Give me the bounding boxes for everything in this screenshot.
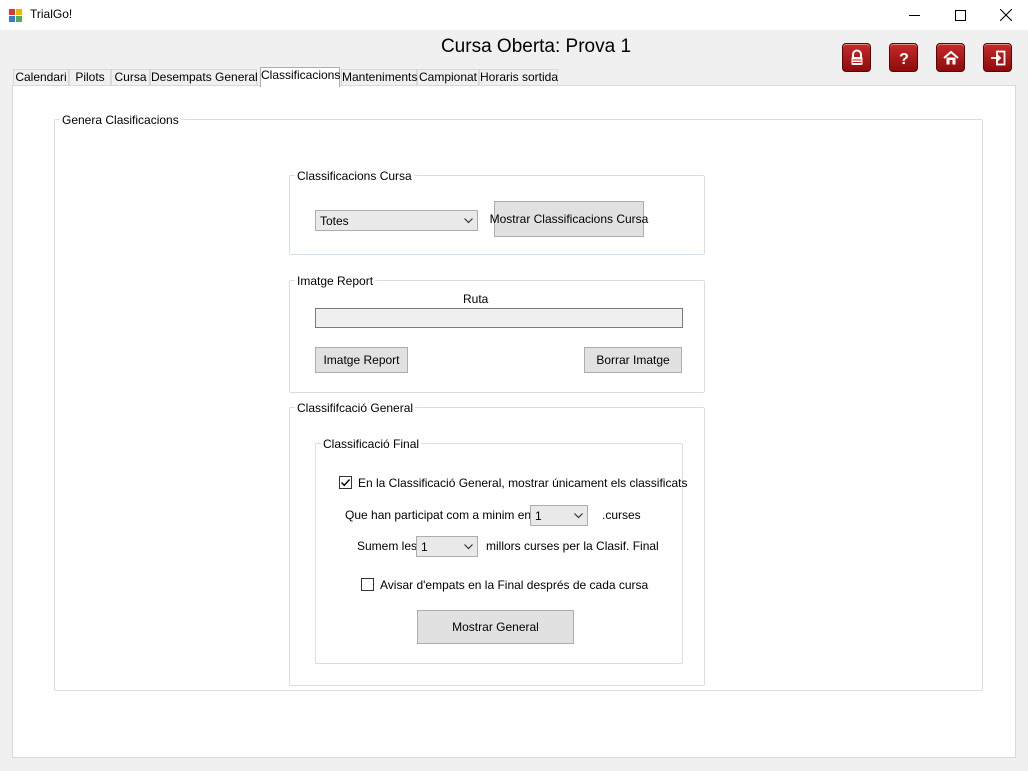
lock-button[interactable] (842, 43, 871, 72)
home-icon (942, 50, 959, 64)
classificacio-general-label: Classififcació General (295, 401, 416, 415)
only-classified-label[interactable]: En la Classificació General, mostrar úni… (358, 476, 687, 490)
help-icon: ? (899, 51, 909, 67)
maximize-button[interactable] (937, 0, 983, 30)
race-filter-value: Totes (320, 213, 349, 228)
imatge-report-group (289, 280, 705, 393)
min-races-select[interactable]: 1 (530, 505, 588, 526)
path-field[interactable] (315, 308, 683, 328)
svg-text:?: ? (899, 51, 909, 67)
tab-desempats-general[interactable]: Desempats General (150, 69, 258, 86)
close-icon (1000, 9, 1012, 21)
minimize-button[interactable] (891, 0, 937, 30)
genera-clasificacions-label: Genera Clasificacions (60, 113, 181, 127)
chevron-down-icon (464, 217, 473, 223)
checkmark-icon (341, 479, 351, 487)
min-races-value: 1 (535, 508, 542, 523)
warn-ties-label[interactable]: Avisar d'empats en la Final després de c… (380, 578, 648, 592)
warn-ties-checkbox[interactable] (361, 578, 374, 591)
tab-campionat[interactable]: Campionat (417, 69, 479, 86)
only-classified-checkbox[interactable] (339, 476, 352, 489)
window-title: TrialGo! (30, 7, 73, 21)
lock-icon (851, 49, 862, 65)
min-races-label: Que han participat com a minim en (345, 508, 532, 522)
tab-horaris-sortida[interactable]: Horaris sortida (479, 69, 558, 86)
app-icon (9, 8, 23, 22)
imatge-report-label: Imatge Report (295, 274, 376, 288)
minimize-icon (908, 14, 920, 16)
best-races-value: 1 (421, 539, 428, 554)
min-races-suffix: .curses (602, 508, 641, 522)
page-title: Cursa Oberta: Prova 1 (0, 36, 1028, 58)
delete-image-button[interactable]: Borrar Imatge (584, 347, 682, 373)
race-filter-select[interactable]: Totes (315, 210, 478, 231)
tab-pilots[interactable]: Pilots (69, 69, 111, 86)
best-races-select[interactable]: 1 (416, 536, 478, 557)
path-label: Ruta (463, 292, 489, 306)
best-races-suffix: millors curses per la Clasif. Final (486, 539, 659, 553)
tab-classificacions[interactable]: Classificacions (260, 67, 340, 87)
help-button[interactable]: ? (889, 43, 918, 72)
chevron-down-icon (574, 512, 583, 518)
tab-cursa[interactable]: Cursa (111, 69, 150, 86)
show-race-classifications-button[interactable]: Mostrar Classificacions Cursa (490, 201, 648, 237)
maximize-icon (954, 9, 966, 21)
image-report-button[interactable]: Imatge Report (315, 347, 408, 373)
sum-label: Sumem les (357, 539, 418, 553)
home-button[interactable] (936, 43, 965, 72)
tab-manteniments[interactable]: Manteniments (341, 69, 417, 86)
classificacions-cursa-label: Classificacions Cursa (295, 169, 414, 183)
exit-button[interactable] (983, 43, 1012, 72)
page-title-text: Cursa Oberta: Prova 1 (440, 36, 632, 57)
tab-calendari[interactable]: Calendari (13, 69, 69, 86)
show-general-button[interactable]: Mostrar General (417, 610, 574, 644)
title-bar (0, 0, 1028, 30)
exit-icon (990, 50, 1005, 65)
classificacio-final-label: Classificació Final (321, 437, 422, 451)
close-button[interactable] (983, 0, 1028, 30)
chevron-down-icon (464, 543, 473, 549)
